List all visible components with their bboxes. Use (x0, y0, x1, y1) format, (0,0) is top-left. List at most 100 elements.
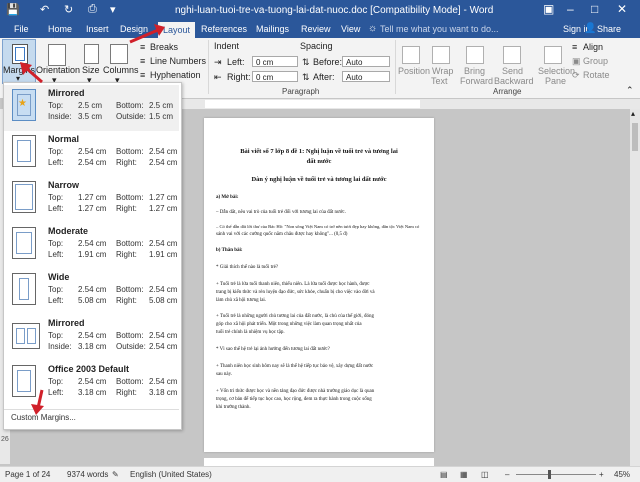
columns-button[interactable]: Columns (103, 65, 139, 75)
document-page-next[interactable] (204, 458, 434, 466)
scroll-thumb[interactable] (632, 123, 638, 151)
redo-icon[interactable]: ↻ (64, 3, 73, 16)
send-backward-line2[interactable]: Backward (494, 76, 534, 86)
selection-pane-icon (544, 46, 562, 64)
tell-me-input[interactable]: Tell me what you want to do... (380, 24, 499, 34)
margins-dropdown: ★ Mirrored Top: 2.5 cm Bottom: 2.5 cm In… (3, 82, 182, 430)
zoom-in-icon[interactable]: + (599, 470, 604, 479)
align-button[interactable]: Align (583, 42, 603, 52)
annotation-arrow-icon (31, 389, 44, 415)
paragraph-group-label: Paragraph (282, 87, 320, 96)
indent-right-icon: ⇤ (214, 72, 222, 82)
margin-option-narrow[interactable]: Narrow Top: 1.27 cm Bottom: 1.27 cm Left… (4, 177, 179, 223)
spacing-title: Spacing (300, 41, 333, 51)
zoom-slider-thumb[interactable] (548, 470, 551, 479)
indent-title: Indent (214, 41, 240, 51)
doc-line: trọng, cơ bản để tiếp tục học cao, học r… (216, 397, 372, 402)
vertical-scrollbar[interactable]: ▴ (630, 109, 640, 466)
bring-forward-line2[interactable]: Forward (460, 76, 493, 86)
tab-view[interactable]: View (341, 24, 360, 34)
bring-forward-line1[interactable]: Bring (464, 66, 485, 76)
minimize-icon[interactable]: – (567, 2, 574, 16)
share-button[interactable]: Share (597, 24, 621, 34)
tab-references[interactable]: References (201, 24, 247, 34)
orientation-icon (48, 44, 66, 66)
maximize-icon[interactable]: □ (591, 2, 598, 16)
zoom-level[interactable]: 45% (614, 470, 630, 479)
doc-line: a) Mở bài: (216, 195, 239, 200)
send-backward-icon (503, 46, 521, 64)
narrow-margins-icon (12, 181, 36, 213)
margin-option-mirrored[interactable]: ★ Mirrored Top: 2.5 cm Bottom: 2.5 cm In… (4, 85, 179, 131)
ribbon-display-icon[interactable]: ▣ (543, 2, 554, 16)
customize-toolbar-icon[interactable]: ▾ (110, 3, 116, 16)
print-layout-icon[interactable]: ▦ (460, 470, 468, 479)
scroll-up-icon[interactable]: ▴ (631, 109, 635, 118)
tab-insert[interactable]: Insert (86, 24, 109, 34)
doc-line: khi trưởng thành. (216, 405, 251, 410)
indent-left-input[interactable]: 0 cm (252, 56, 298, 67)
spacing-before-input[interactable]: Auto (342, 56, 390, 67)
selection-pane-line1[interactable]: Selection (538, 66, 575, 76)
doc-line: + Tuổi trẻ là lứa tuổi thanh niên, thiếu… (216, 282, 370, 287)
doc-line: làm chủ xã hội tương lai. (216, 298, 267, 303)
close-icon[interactable]: ✕ (617, 2, 627, 16)
word-count[interactable]: 9374 words (67, 470, 108, 479)
columns-icon (110, 44, 128, 64)
rotate-button[interactable]: Rotate (583, 70, 610, 80)
group-button[interactable]: Group (583, 56, 608, 66)
rotate-icon: ⟳ (572, 70, 580, 80)
position-button[interactable]: Position (398, 66, 430, 76)
ribbon-tabs: File Home Insert Design Layout Reference… (0, 22, 640, 38)
share-icon: 👤 (584, 23, 597, 34)
margin-option-moderate[interactable]: Moderate Top: 2.54 cm Bottom: 2.54 cm Le… (4, 223, 179, 269)
print-icon[interactable]: ⎙ (88, 3, 97, 16)
normal-margins-icon (12, 135, 36, 167)
wrap-text-button-line2[interactable]: Text (431, 76, 448, 86)
doc-line: + Tuổi trẻ là những người chủ tương lai … (216, 314, 374, 319)
tab-file[interactable]: File (14, 24, 29, 34)
zoom-slider[interactable] (516, 474, 596, 475)
spacing-before-label: Before: (313, 57, 343, 67)
proofing-icon[interactable]: ✎ (112, 470, 119, 479)
spacing-after-label: After: (313, 72, 335, 82)
document-page[interactable]: Bài viết số 7 lớp 8 đề 1: Nghị luận về t… (204, 118, 434, 452)
zoom-out-icon[interactable]: – (505, 470, 509, 479)
tab-home[interactable]: Home (48, 24, 72, 34)
indent-left-icon: ⇥ (214, 57, 222, 67)
title-bar: 💾 ↶ ↻ ⎙ ▾ nghi-luan-tuoi-tre-va-tuong-la… (0, 0, 640, 22)
doc-line: b) Thân bài: (216, 248, 243, 253)
spacing-before-icon: ⇅ (302, 57, 310, 67)
doc-line: trang bị kiến thức và rèn luyện đạo đức,… (216, 290, 375, 295)
size-button[interactable]: Size (82, 65, 100, 75)
send-backward-line1[interactable]: Send (502, 66, 523, 76)
spacing-after-input[interactable]: Auto (342, 71, 390, 82)
doc-title-line1: Bài viết số 7 lớp 8 đề 1: Nghị luận về t… (240, 148, 398, 155)
read-mode-icon[interactable]: ▤ (440, 470, 448, 479)
hyphenation-button[interactable]: Hyphenation (150, 70, 201, 80)
horizontal-ruler[interactable] (180, 99, 640, 109)
annotation-arrow-icon (129, 24, 165, 44)
wrap-text-button-line1[interactable]: Wrap (432, 66, 453, 76)
margin-option-normal[interactable]: Normal Top: 2.54 cm Bottom: 2.54 cm Left… (4, 131, 179, 177)
selection-pane-line2[interactable]: Pane (545, 76, 566, 86)
web-layout-icon[interactable]: ◫ (481, 470, 489, 479)
doc-line: * Giải thích thế nào là tuổi trẻ? (216, 265, 279, 270)
margin-option-mirrored-2[interactable]: Mirrored Top: 2.54 cm Bottom: 2.54 cm In… (4, 315, 179, 361)
doc-line: góp cho xã hội phát triển. Một trong nhữ… (216, 322, 362, 327)
doc-subtitle: Dàn ý nghị luận về tuổi trẻ và tương lai… (251, 176, 387, 183)
indent-right-input[interactable]: 0 cm (252, 71, 298, 82)
collapse-ribbon-icon[interactable]: ⌃ (626, 85, 634, 96)
save-icon[interactable]: 💾 (6, 3, 20, 16)
moderate-margins-icon (12, 227, 36, 259)
indent-right-label: Right: (227, 72, 251, 82)
undo-icon[interactable]: ↶ (40, 3, 49, 16)
position-icon (402, 46, 420, 64)
page-count[interactable]: Page 1 of 24 (5, 470, 50, 479)
tab-mailings[interactable]: Mailings (256, 24, 289, 34)
margin-option-wide[interactable]: Wide Top: 2.54 cm Bottom: 2.54 cm Left: … (4, 269, 179, 315)
group-icon: ▣ (572, 56, 581, 66)
line-numbers-button[interactable]: Line Numbers (150, 56, 206, 66)
language-status[interactable]: English (United States) (130, 470, 212, 479)
tab-review[interactable]: Review (301, 24, 331, 34)
